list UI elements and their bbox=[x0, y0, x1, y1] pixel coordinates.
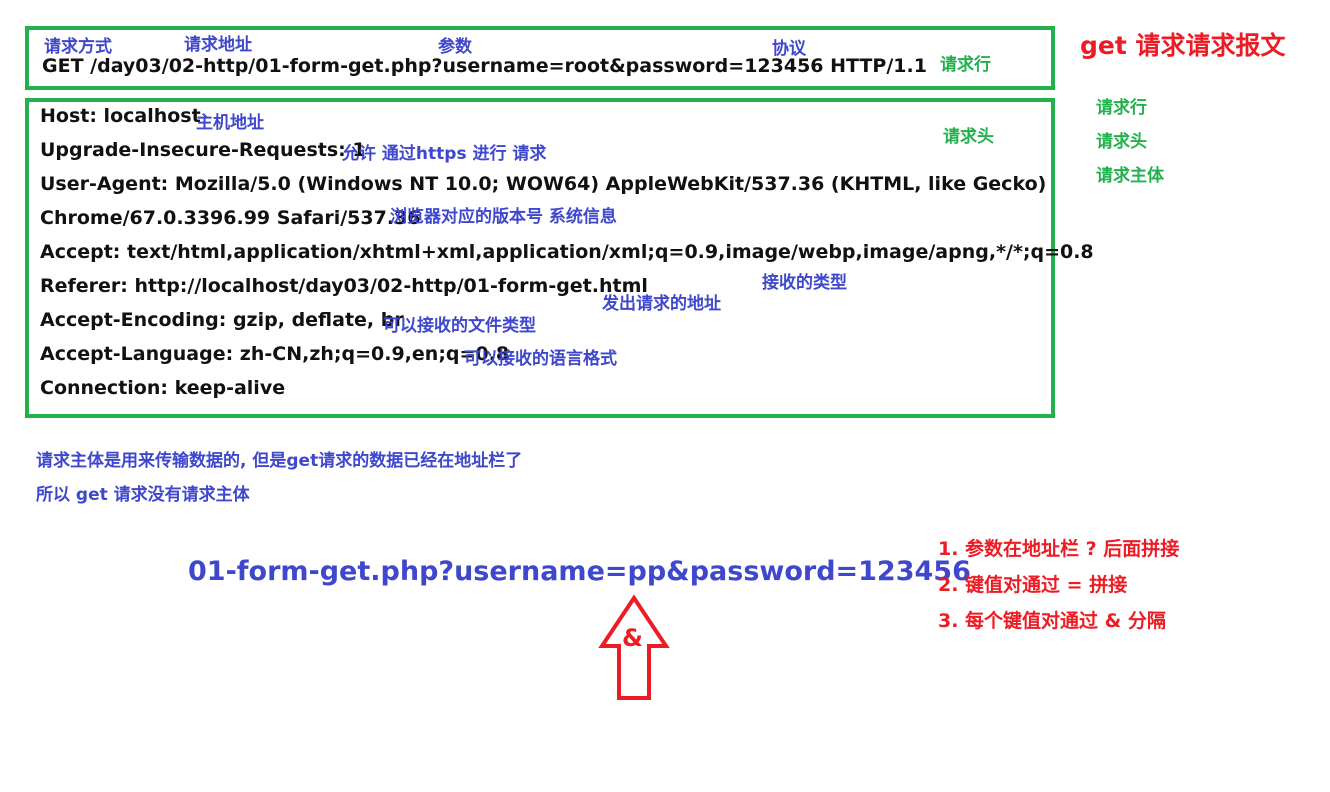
header-user-agent: User-Agent: Mozilla/5.0 (Windows NT 10.0… bbox=[40, 173, 1047, 195]
legend-request-body: 请求主体 bbox=[1096, 166, 1164, 186]
headers-tag: 请求头 bbox=[943, 127, 994, 147]
header-accept-encoding: Accept-Encoding: gzip, deflate, br bbox=[40, 309, 404, 331]
note-accept: 接收的类型 bbox=[762, 273, 847, 293]
body-note-line1: 请求主体是用来传输数据的, 但是get请求的数据已经在地址栏了 bbox=[36, 451, 523, 471]
rule-2: 2. 键值对通过 = 拼接 bbox=[938, 574, 1128, 596]
header-referer: Referer: http://localhost/day03/02-http/… bbox=[40, 275, 648, 297]
legend-request-header: 请求头 bbox=[1096, 132, 1147, 152]
arrow-label: & bbox=[622, 624, 643, 652]
note-referer: 发出请求的地址 bbox=[602, 294, 721, 314]
header-upgrade: Upgrade-Insecure-Requests: 1 bbox=[40, 139, 366, 161]
example-url: 01-form-get.php?username=pp&password=123… bbox=[188, 556, 971, 587]
note-accept-language: 可以接收的语言格式 bbox=[464, 349, 617, 369]
note-host: 主机地址 bbox=[196, 113, 264, 133]
label-method: 请求方式 bbox=[44, 37, 112, 57]
header-accept: Accept: text/html,application/xhtml+xml,… bbox=[40, 241, 1094, 263]
body-note-line2: 所以 get 请求没有请求主体 bbox=[36, 485, 250, 505]
note-user-agent: 浏览器对应的版本号 系统信息 bbox=[390, 207, 617, 227]
note-upgrade: 允许 通过https 进行 请求 bbox=[342, 144, 547, 164]
label-url: 请求地址 bbox=[184, 35, 252, 55]
rule-3: 3. 每个键值对通过 & 分隔 bbox=[938, 610, 1166, 632]
diagram-title: get 请求请求报文 bbox=[1080, 31, 1286, 60]
label-params: 参数 bbox=[438, 37, 472, 57]
request-line-tag: 请求行 bbox=[940, 55, 991, 75]
legend-request-line: 请求行 bbox=[1096, 98, 1147, 118]
header-user-agent-cont: Chrome/67.0.3396.99 Safari/537.36 bbox=[40, 207, 421, 229]
note-accept-encoding: 可以接收的文件类型 bbox=[383, 316, 536, 336]
header-host: Host: localhost bbox=[40, 105, 201, 127]
request-line-text: GET /day03/02-http/01-form-get.php?usern… bbox=[42, 55, 927, 77]
header-connection: Connection: keep-alive bbox=[40, 377, 286, 399]
header-accept-language: Accept-Language: zh-CN,zh;q=0.9,en;q=0.8 bbox=[40, 343, 510, 365]
rule-1: 1. 参数在地址栏 ? 后面拼接 bbox=[938, 538, 1180, 560]
